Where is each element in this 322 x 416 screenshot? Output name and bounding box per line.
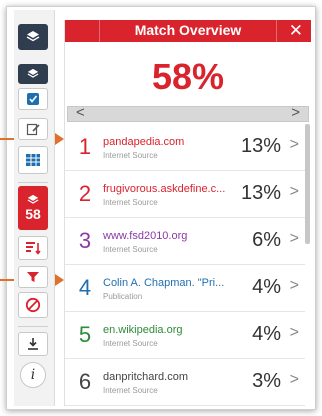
layers-icon[interactable] — [18, 24, 48, 50]
match-percent: 6% — [252, 229, 281, 251]
match-overview-panel: Match Overview ✕ 58% < > 1 pandapedia.com… — [64, 20, 311, 406]
chevron-right-icon[interactable]: > — [290, 183, 299, 201]
match-percent: 4% — [252, 276, 281, 298]
left-toolbar: 58 i — [14, 10, 55, 406]
header-divider-right — [276, 20, 277, 42]
prev-arrow-icon[interactable]: < — [76, 104, 85, 121]
checkbox-icon[interactable] — [18, 88, 48, 110]
match-row[interactable]: 4 Colin A. Chapman. "Pri... Publication 4% > — [65, 265, 305, 312]
filter-icon[interactable] — [18, 266, 48, 288]
match-row[interactable]: 5 en.wikipedia.org Internet Source 4% > — [65, 312, 305, 359]
match-source-name[interactable]: www.fsd2010.org — [103, 230, 231, 242]
match-source-type: Internet Source — [103, 386, 158, 395]
grid-icon[interactable] — [18, 146, 48, 174]
chevron-right-icon[interactable]: > — [290, 324, 299, 342]
match-percent: 13% — [240, 182, 281, 204]
match-source-name[interactable]: en.wikipedia.org — [103, 324, 231, 336]
match-source-name[interactable]: pandapedia.com — [103, 136, 231, 148]
close-icon[interactable]: ✕ — [289, 21, 303, 41]
filter-sort-icon[interactable] — [18, 236, 48, 260]
match-overview-layer-icon[interactable]: 58 — [18, 186, 48, 230]
match-source-type: Publication — [103, 292, 143, 301]
match-count: 58 — [25, 206, 41, 222]
toolbar-separator-2 — [18, 326, 48, 327]
match-nav-bar: < > — [67, 104, 309, 122]
annotation-arrow-head-1 — [55, 133, 64, 145]
chevron-right-icon[interactable]: > — [290, 277, 299, 295]
match-rank: 6 — [78, 369, 92, 394]
match-row[interactable]: 1 pandapedia.com Internet Source 13% > — [65, 124, 305, 171]
similarity-score: 58% — [151, 56, 225, 97]
block-icon[interactable] — [18, 292, 48, 318]
next-arrow-icon[interactable]: > — [291, 104, 300, 121]
match-percent: 13% — [240, 135, 281, 157]
match-rank: 5 — [78, 322, 92, 347]
chevron-right-icon[interactable]: > — [290, 371, 299, 389]
panel-title: Match Overview — [134, 22, 242, 38]
match-source-type: Internet Source — [103, 339, 158, 348]
match-rank: 1 — [78, 134, 92, 159]
match-rank: 3 — [78, 228, 92, 253]
match-percent: 3% — [252, 370, 281, 392]
chevron-right-icon[interactable]: > — [290, 230, 299, 248]
edit-icon[interactable] — [18, 118, 48, 140]
match-source-type: Internet Source — [103, 151, 158, 160]
chevron-right-icon[interactable]: > — [290, 136, 299, 154]
match-row[interactable]: 2 frugivorous.askdefine.c... Internet Sour… — [65, 171, 305, 218]
layers-icon-2[interactable] — [18, 64, 48, 84]
match-row[interactable]: 3 www.fsd2010.org Internet Source 6% > — [65, 218, 305, 265]
match-percent: 4% — [252, 323, 281, 345]
annotation-arrow-head-2 — [55, 274, 64, 286]
match-rank: 2 — [78, 181, 92, 206]
toolbar-separator — [18, 182, 48, 183]
match-source-type: Internet Source — [103, 198, 158, 207]
match-source-name[interactable]: danpritchard.com — [103, 371, 231, 383]
match-source-type: Internet Source — [103, 245, 158, 254]
download-icon[interactable] — [18, 332, 48, 356]
match-source-name[interactable]: Colin A. Chapman. "Pri... — [103, 277, 231, 289]
panel-header: Match Overview ✕ — [65, 20, 311, 42]
match-row[interactable]: 6 danpritchard.com Internet Source 3% > — [65, 359, 305, 406]
match-source-name[interactable]: frugivorous.askdefine.c... — [103, 183, 231, 195]
match-rank: 4 — [78, 275, 92, 300]
match-list: 1 pandapedia.com Internet Source 13% >2 frugi… — [65, 124, 305, 406]
info-icon[interactable]: i — [20, 362, 46, 388]
scrollbar[interactable] — [305, 124, 310, 244]
